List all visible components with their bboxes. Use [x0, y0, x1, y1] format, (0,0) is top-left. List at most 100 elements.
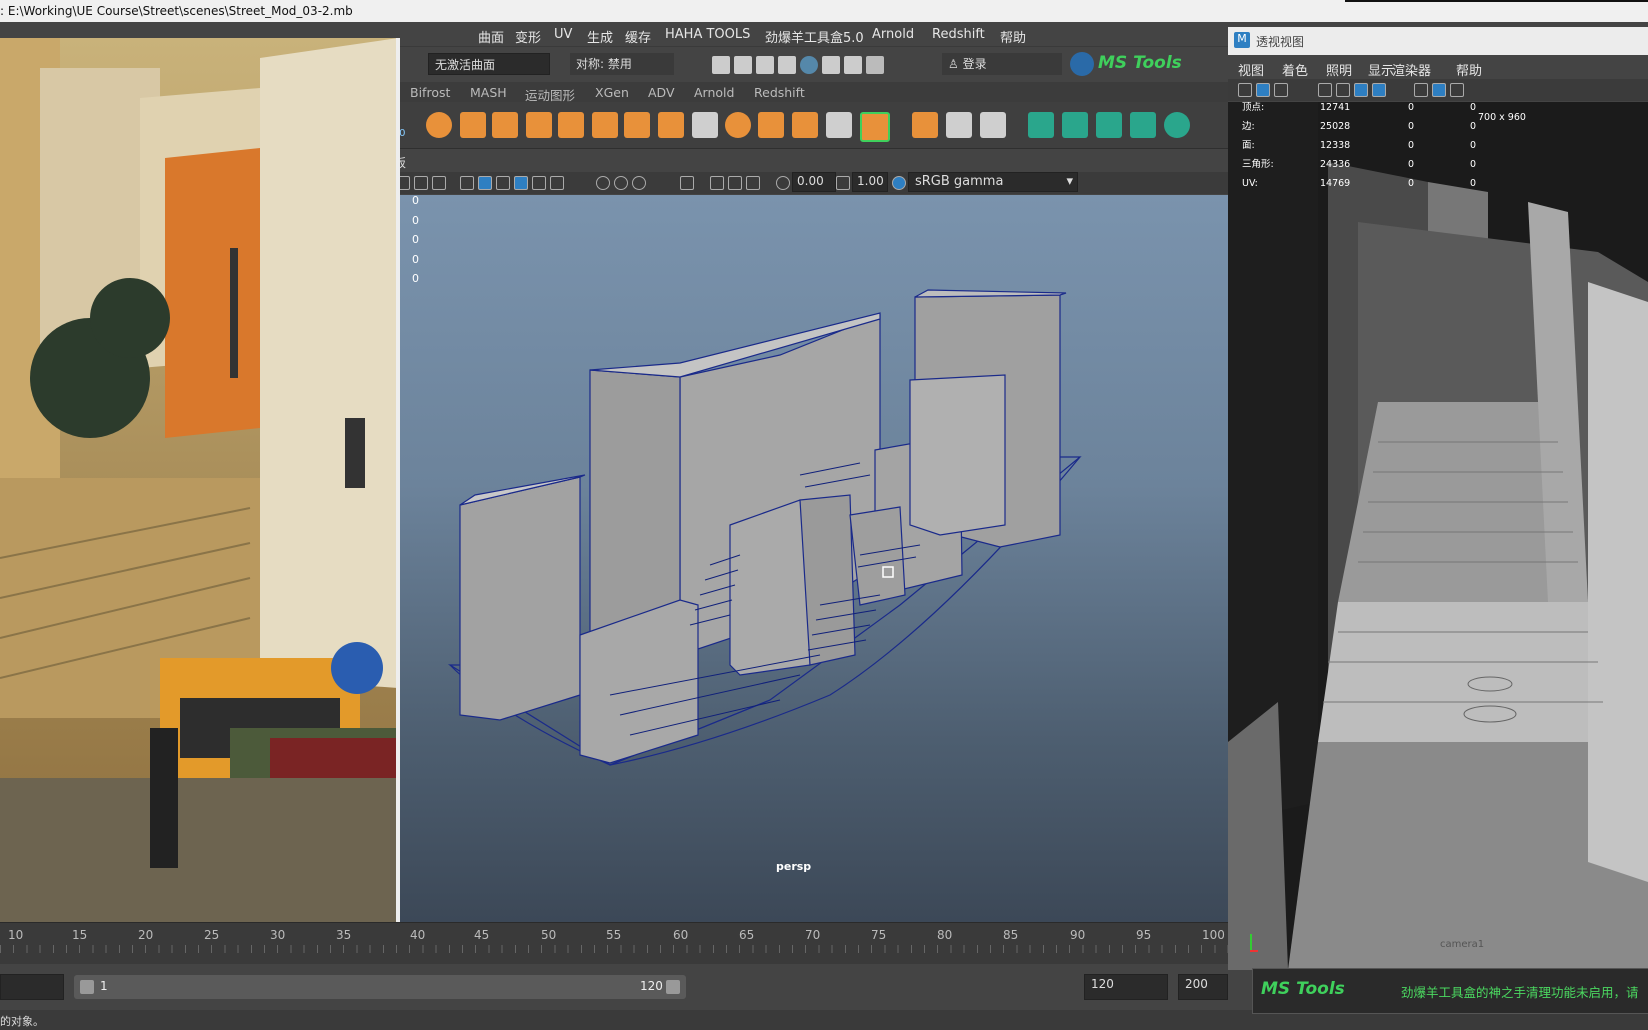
extrude-curve-icon[interactable]: [1130, 112, 1156, 138]
time-slider[interactable]: 10 15 20 25 30 35 40 45 50 55 60 65 70 7…: [0, 922, 1228, 965]
tab-redshift[interactable]: Redshift: [754, 85, 805, 100]
exposure-icon[interactable]: [776, 176, 790, 190]
render-settings-icon[interactable]: [778, 56, 796, 74]
smooth-shade-icon[interactable]: [478, 176, 492, 190]
hypershade-icon[interactable]: [800, 56, 818, 74]
pause-icon[interactable]: [866, 56, 884, 74]
color-space-dropdown[interactable]: sRGB gamma ▾: [908, 172, 1078, 192]
motion-blur-icon[interactable]: [614, 176, 628, 190]
menu-surfaces[interactable]: 曲面: [478, 27, 504, 46]
ms-tools-logo[interactable]: MS Tools: [1098, 53, 1182, 73]
ao-icon[interactable]: [596, 176, 610, 190]
menu-cache[interactable]: 缓存: [625, 27, 651, 46]
bevel-icon[interactable]: [526, 112, 552, 138]
bookmark-icon[interactable]: [1274, 83, 1288, 97]
menu-jinbaoyang-toolbox[interactable]: 劲爆羊工具盒5.0: [765, 27, 864, 46]
perspective-viewport[interactable]: 0 0 0 0 0 persp: [380, 195, 1230, 922]
multicut-icon[interactable]: [912, 112, 938, 138]
create-curve-icon[interactable]: [1028, 112, 1054, 138]
smooth-icon[interactable]: [658, 112, 684, 138]
film-gate-icon[interactable]: [1336, 83, 1350, 97]
reduce-icon[interactable]: [758, 112, 784, 138]
shadows-icon[interactable]: [532, 176, 546, 190]
render-frame-icon[interactable]: [734, 56, 752, 74]
reference-image-panel[interactable]: [0, 38, 398, 938]
color-management-icon[interactable]: [892, 176, 906, 190]
menu-help[interactable]: 帮助: [1000, 27, 1026, 46]
insert-edge-loop-icon[interactable]: [946, 112, 972, 138]
polygon-cube-icon[interactable]: [460, 112, 486, 138]
xray-joints-icon[interactable]: [728, 176, 742, 190]
isolate-select-icon[interactable]: [680, 176, 694, 190]
loft-icon[interactable]: [1062, 112, 1088, 138]
render-sequence-icon[interactable]: [822, 56, 840, 74]
range-end-handle[interactable]: [666, 980, 680, 994]
camera-lock-icon[interactable]: [1256, 83, 1270, 97]
menu-window-help[interactable]: 帮助: [1456, 60, 1482, 79]
refresh-icon[interactable]: [1164, 112, 1190, 138]
menu-view[interactable]: 视图: [1238, 60, 1264, 79]
render-view-icon[interactable]: [712, 56, 730, 74]
separate-icon[interactable]: [624, 112, 650, 138]
start-frame-field[interactable]: [0, 974, 64, 1000]
bounding-box-icon[interactable]: [826, 112, 852, 138]
light-icon[interactable]: [550, 176, 564, 190]
menu-haha-tools[interactable]: HAHA TOOLS: [665, 27, 750, 42]
range-start-handle[interactable]: [80, 980, 94, 994]
ipr-render-icon[interactable]: [756, 56, 774, 74]
login-dropdown[interactable]: ♙ 登录: [942, 53, 1062, 75]
menu-lighting[interactable]: 照明: [1326, 60, 1352, 79]
xray-icon[interactable]: [710, 176, 724, 190]
combine-icon[interactable]: [592, 112, 618, 138]
default-material-icon[interactable]: [1450, 83, 1464, 97]
tab-bifrost[interactable]: Bifrost: [410, 85, 450, 100]
symmetry-dropdown[interactable]: 对称: 禁用: [570, 53, 674, 75]
menu-arnold[interactable]: Arnold: [872, 27, 914, 42]
xray-active-icon[interactable]: [746, 176, 760, 190]
resolution-gate-icon[interactable]: [1354, 83, 1368, 97]
smooth-shade-icon[interactable]: [1432, 83, 1446, 97]
extrude-icon[interactable]: [492, 112, 518, 138]
boolean-icon[interactable]: [725, 112, 751, 138]
target-weld-icon[interactable]: [980, 112, 1006, 138]
menu-show[interactable]: 显示: [1368, 60, 1394, 79]
menu-uv[interactable]: UV: [554, 27, 572, 42]
lighting-icon[interactable]: [496, 176, 510, 190]
live-surface-field[interactable]: 无激活曲面: [428, 53, 550, 75]
polygon-sphere-icon[interactable]: [426, 112, 452, 138]
textured-icon[interactable]: [514, 176, 528, 190]
gamma-icon[interactable]: [836, 176, 850, 190]
planar-map-icon[interactable]: [792, 112, 818, 138]
exposure-field[interactable]: 0.00: [792, 172, 836, 192]
menu-shading[interactable]: 着色: [1282, 60, 1308, 79]
wire-sphere-icon[interactable]: [860, 112, 890, 142]
tab-xgen[interactable]: XGen: [595, 85, 629, 100]
ms-tools-badge-icon[interactable]: [1070, 52, 1094, 76]
menu-deform[interactable]: 变形: [515, 27, 541, 46]
menu-redshift[interactable]: Redshift: [932, 27, 985, 42]
antialias-icon[interactable]: [632, 176, 646, 190]
menu-generate[interactable]: 生成: [587, 27, 613, 46]
text-icon[interactable]: [432, 176, 446, 190]
anim-end-field[interactable]: 200: [1178, 974, 1228, 1000]
bridge-icon[interactable]: [558, 112, 584, 138]
camera-icon[interactable]: [1238, 83, 1252, 97]
revolve-icon[interactable]: [1096, 112, 1122, 138]
tab-arnold[interactable]: Arnold: [694, 85, 734, 100]
tab-mash[interactable]: MASH: [470, 85, 507, 100]
street-block-model[interactable]: [380, 195, 1230, 922]
wireframe-icon[interactable]: [460, 176, 474, 190]
tab-adv[interactable]: ADV: [648, 85, 675, 100]
snapshot-icon[interactable]: [844, 56, 862, 74]
gamma-field[interactable]: 1.00: [852, 172, 888, 192]
menu-renderer[interactable]: 渲染器: [1392, 60, 1431, 79]
grid-icon[interactable]: [1318, 83, 1332, 97]
gate-mask-icon[interactable]: [1372, 83, 1386, 97]
camera1-viewport[interactable]: 顶点: 12741 0 0 边: 25028 0 0 面: 12338 0 0 …: [1228, 102, 1648, 970]
mirror-icon[interactable]: [692, 112, 718, 138]
window-title-bar[interactable]: M 透视视图: [1228, 27, 1648, 55]
end-frame-field[interactable]: 120: [1084, 974, 1168, 1000]
film-gate-icon[interactable]: [414, 176, 428, 190]
range-slider[interactable]: 1 120: [74, 975, 686, 999]
wireframe-icon[interactable]: [1414, 83, 1428, 97]
